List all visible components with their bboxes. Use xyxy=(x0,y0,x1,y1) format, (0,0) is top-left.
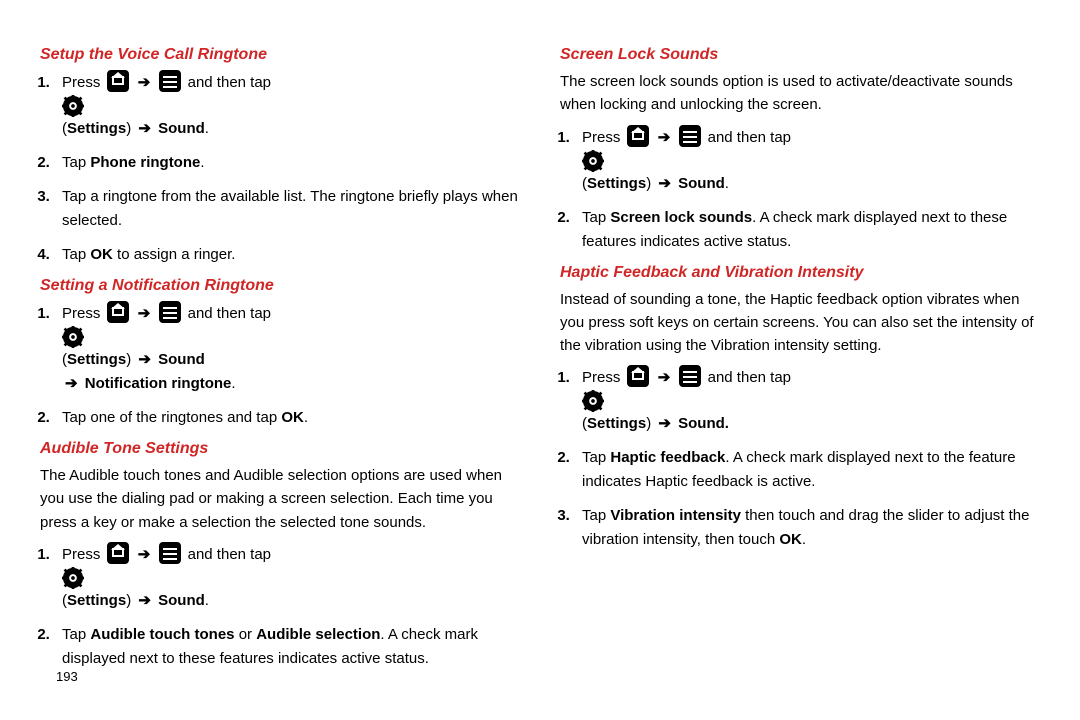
gear-icon xyxy=(62,95,520,117)
arrow-icon: ➔ xyxy=(138,120,151,137)
text: and then tap xyxy=(188,305,271,322)
text: Tap xyxy=(62,626,90,643)
text: Press xyxy=(582,129,620,146)
bold: Vibration intensity xyxy=(610,507,741,524)
menu-icon xyxy=(159,542,181,564)
step: Tap Audible touch tones or Audible selec… xyxy=(54,623,520,671)
steps-voice-call: Press ➔ and then tap (Settings) ➔ Sound.… xyxy=(54,70,520,267)
gear-icon xyxy=(62,326,520,348)
heading-notification-ringtone: Setting a Notification Ringtone xyxy=(40,277,520,295)
bold: Sound xyxy=(678,175,725,192)
bold: Haptic feedback xyxy=(610,449,725,466)
home-icon xyxy=(107,301,129,323)
text: . xyxy=(304,409,308,426)
step: Press ➔ and then tap (Settings) ➔ Sound. xyxy=(574,125,1040,196)
text: . xyxy=(200,154,204,171)
step: Tap Phone ringtone. xyxy=(54,151,520,175)
home-icon xyxy=(107,542,129,564)
text: Tap one of the ringtones and tap xyxy=(62,409,281,426)
text: Press xyxy=(62,74,100,91)
bold: Sound xyxy=(158,592,205,609)
bold: Sound. xyxy=(678,415,729,432)
bold: OK xyxy=(90,246,113,263)
bold: Settings xyxy=(67,120,126,137)
text: Tap xyxy=(582,449,610,466)
text: Tap xyxy=(582,209,610,226)
step: Tap Haptic feedback. A check mark displa… xyxy=(574,446,1040,494)
bold: OK xyxy=(779,531,802,548)
arrow-icon: ➔ xyxy=(138,546,151,563)
heading-audible-tone: Audible Tone Settings xyxy=(40,440,520,458)
step: Tap Vibration intensity then touch and d… xyxy=(574,504,1040,552)
bold: Notification ringtone xyxy=(85,375,232,392)
text: Tap xyxy=(582,507,610,524)
home-icon xyxy=(627,365,649,387)
text: Tap xyxy=(62,246,90,263)
heading-screen-lock-sounds: Screen Lock Sounds xyxy=(560,46,1040,64)
home-icon xyxy=(627,125,649,147)
heading-haptic-feedback: Haptic Feedback and Vibration Intensity xyxy=(560,264,1040,282)
bold: Audible touch tones xyxy=(90,626,234,643)
text: Press xyxy=(62,546,100,563)
arrow-icon: ➔ xyxy=(138,305,151,322)
text: and then tap xyxy=(708,369,791,386)
text: . xyxy=(802,531,806,548)
text: and then tap xyxy=(188,74,271,91)
text: and then tap xyxy=(188,546,271,563)
step: Press ➔ and then tap (Settings) ➔ Sound. xyxy=(54,542,520,613)
gear-icon xyxy=(582,150,1040,172)
text: Tap xyxy=(62,154,90,171)
text: to assign a ringer. xyxy=(113,246,236,263)
steps-notification: Press ➔ and then tap (Settings) ➔ Sound … xyxy=(54,301,520,430)
menu-icon xyxy=(679,125,701,147)
step: Tap a ringtone from the available list. … xyxy=(54,185,520,233)
bold: Sound xyxy=(158,120,205,137)
bold: Settings xyxy=(587,175,646,192)
arrow-icon: ➔ xyxy=(658,129,671,146)
arrow-icon: ➔ xyxy=(658,415,671,432)
arrow-icon: ➔ xyxy=(658,175,671,192)
arrow-icon: ➔ xyxy=(138,351,151,368)
step: Press ➔ and then tap (Settings) ➔ Sound … xyxy=(54,301,520,396)
home-icon xyxy=(107,70,129,92)
manual-page: Setup the Voice Call Ringtone Press ➔ an… xyxy=(0,0,1080,720)
heading-voice-call-ringtone: Setup the Voice Call Ringtone xyxy=(40,46,520,64)
menu-icon xyxy=(679,365,701,387)
menu-icon xyxy=(159,301,181,323)
bold: OK xyxy=(281,409,304,426)
page-number: 193 xyxy=(56,669,78,684)
step: Tap one of the ringtones and tap OK. xyxy=(54,406,520,430)
text: Press xyxy=(582,369,620,386)
step: Press ➔ and then tap (Settings) ➔ Sound. xyxy=(574,365,1040,436)
gear-icon xyxy=(582,390,1040,412)
gear-icon xyxy=(62,567,520,589)
bold: Audible selection xyxy=(256,626,380,643)
bold: Settings xyxy=(67,351,126,368)
steps-audible: Press ➔ and then tap (Settings) ➔ Sound.… xyxy=(54,542,520,671)
bold: Sound xyxy=(158,351,205,368)
arrow-icon: ➔ xyxy=(138,74,151,91)
text: and then tap xyxy=(708,129,791,146)
text: or xyxy=(235,626,257,643)
menu-icon xyxy=(159,70,181,92)
bold: Phone ringtone xyxy=(90,154,200,171)
arrow-icon: ➔ xyxy=(138,592,151,609)
step: Tap Screen lock sounds. A check mark dis… xyxy=(574,206,1040,254)
bold: Screen lock sounds xyxy=(610,209,752,226)
step: Press ➔ and then tap (Settings) ➔ Sound. xyxy=(54,70,520,141)
arrow-icon: ➔ xyxy=(658,369,671,386)
paragraph: The Audible touch tones and Audible sele… xyxy=(40,464,520,534)
paragraph: The screen lock sounds option is used to… xyxy=(560,70,1040,117)
steps-screen-lock: Press ➔ and then tap (Settings) ➔ Sound.… xyxy=(574,125,1040,254)
paragraph: Instead of sounding a tone, the Haptic f… xyxy=(560,288,1040,358)
text: Press xyxy=(62,305,100,322)
steps-haptic: Press ➔ and then tap (Settings) ➔ Sound.… xyxy=(574,365,1040,552)
bold: Settings xyxy=(67,592,126,609)
bold: Settings xyxy=(587,415,646,432)
step: Tap OK to assign a ringer. xyxy=(54,243,520,267)
arrow-icon: ➔ xyxy=(65,375,78,392)
